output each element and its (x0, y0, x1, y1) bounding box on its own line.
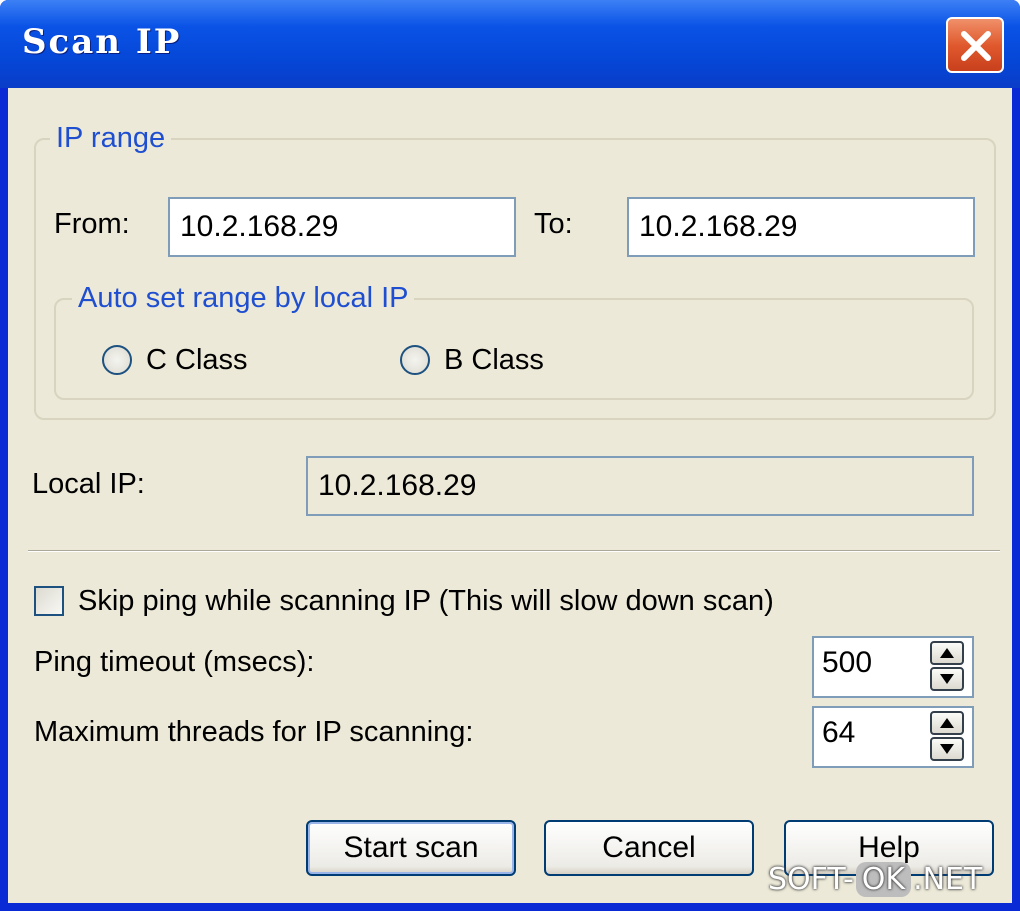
cancel-button[interactable]: Cancel (544, 820, 754, 876)
title-bar[interactable]: Scan IP (0, 0, 1020, 88)
local-ip-field[interactable] (306, 456, 974, 516)
ping-timeout-down-button[interactable] (930, 667, 964, 691)
from-ip-input[interactable] (168, 197, 516, 257)
max-threads-up-button[interactable] (930, 711, 964, 735)
watermark-right: .NET (913, 862, 983, 897)
ping-timeout-up-button[interactable] (930, 641, 964, 665)
close-icon (961, 31, 991, 61)
c-class-label[interactable]: C Class (146, 344, 248, 377)
to-ip-input[interactable] (627, 197, 975, 257)
ping-timeout-label: Ping timeout (msecs): (34, 646, 315, 678)
arrow-down-icon (940, 674, 954, 684)
scan-ip-dialog: Scan IP IP range From: To: Auto set rang… (0, 0, 1020, 911)
auto-set-range-legend: Auto set range by local IP (72, 282, 415, 315)
max-threads-value[interactable]: 64 (822, 716, 855, 750)
arrow-down-icon (940, 744, 954, 754)
b-class-label[interactable]: B Class (444, 344, 544, 377)
dialog-body: IP range From: To: Auto set range by loc… (8, 88, 1012, 903)
watermark: SOFT- OK .NET (768, 862, 982, 897)
max-threads-label: Maximum threads for IP scanning: (34, 716, 474, 748)
max-threads-down-button[interactable] (930, 737, 964, 761)
ip-range-legend: IP range (50, 122, 172, 155)
close-button[interactable] (946, 17, 1004, 73)
ping-timeout-spinner[interactable]: 500 (812, 636, 974, 698)
watermark-ok: OK (855, 862, 912, 897)
section-divider (28, 550, 1000, 552)
from-label: From: (54, 208, 130, 240)
ping-timeout-value[interactable]: 500 (822, 646, 872, 680)
max-threads-spinner[interactable]: 64 (812, 706, 974, 768)
skip-ping-checkbox[interactable] (34, 586, 64, 616)
arrow-up-icon (940, 718, 954, 728)
local-ip-label: Local IP: (32, 468, 145, 500)
watermark-left: SOFT- (768, 862, 854, 897)
skip-ping-label[interactable]: Skip ping while scanning IP (This will s… (78, 585, 774, 618)
start-scan-button[interactable]: Start scan (306, 820, 516, 876)
c-class-radio[interactable] (102, 345, 132, 375)
to-label: To: (534, 208, 573, 240)
arrow-up-icon (940, 648, 954, 658)
window-title: Scan IP (22, 22, 182, 62)
b-class-radio[interactable] (400, 345, 430, 375)
